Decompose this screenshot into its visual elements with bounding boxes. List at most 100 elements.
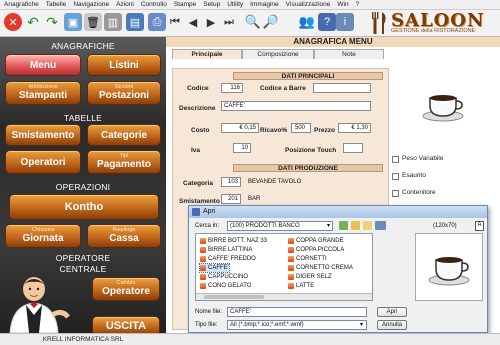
save-icon[interactable]: ▤ xyxy=(126,13,144,31)
file-item[interactable]: CAFFE' FREDDO xyxy=(200,255,256,263)
kontho-button-label: Kontho xyxy=(64,201,104,213)
menu-item-2[interactable]: Navigazione xyxy=(73,1,109,8)
menu-item-6[interactable]: Setup xyxy=(203,1,220,8)
posizione-touch-field[interactable] xyxy=(343,143,363,153)
tipo-file-select[interactable]: All (*.bmp;*.ico;*.emf;*.wmf) xyxy=(227,320,367,330)
nome-file-input[interactable]: CAFFE' xyxy=(227,307,367,317)
dialog-title: Apri xyxy=(189,206,487,218)
up-folder-icon[interactable] xyxy=(351,221,360,230)
menu-item-9[interactable]: Visualizzazione xyxy=(286,1,331,8)
exit-icon[interactable]: ✕ xyxy=(4,13,22,31)
categorie-button[interactable]: Categorie xyxy=(87,124,161,146)
iva-label: Iva xyxy=(191,147,201,154)
postazioni-button[interactable]: Sezioni Postazioni xyxy=(87,81,161,105)
tab-composizione[interactable]: Composizione xyxy=(242,49,314,59)
next-record-icon[interactable]: ▶ xyxy=(202,13,220,31)
previous-record-icon[interactable]: ◀ xyxy=(184,13,202,31)
last-record-icon[interactable]: ⏭ xyxy=(220,13,238,31)
preview-toggle-icon[interactable]: A xyxy=(475,221,484,231)
dati-principali-header: DATI PRINCIPALI xyxy=(233,72,383,80)
tab-principale[interactable]: Principale xyxy=(172,49,242,59)
smistamento-code-field[interactable]: 201 xyxy=(221,194,241,204)
undo-icon[interactable]: ↶ xyxy=(24,13,42,31)
cassa-button[interactable]: Riepilogo Cassa xyxy=(87,224,161,248)
file-item[interactable]: BIRRE LATTINA xyxy=(200,246,252,254)
ricavo-label: Ricavo% xyxy=(260,127,288,134)
print-icon[interactable]: ⎙ xyxy=(148,13,166,31)
giornata-button[interactable]: Chiusura Giornata xyxy=(5,224,81,248)
redo-icon[interactable]: ↷ xyxy=(43,13,61,31)
ricavo-field[interactable]: 500 xyxy=(291,123,311,133)
new-icon[interactable]: ▣ xyxy=(64,13,82,31)
menu-item-4[interactable]: Controllo xyxy=(141,1,167,8)
menu-item-7[interactable]: Utility xyxy=(227,1,243,8)
codice-field[interactable]: 116 xyxy=(221,83,243,93)
pagamento-button-label: Pagamento xyxy=(97,159,151,170)
prezzo-field[interactable]: € 1,30 xyxy=(338,123,371,133)
file-item[interactable]: CORNETTO CREMA xyxy=(288,264,353,272)
tipo-file-label: Tipo file: xyxy=(195,322,218,328)
file-item[interactable]: CORNETTI xyxy=(288,255,327,263)
menu-item-10[interactable]: Win xyxy=(337,1,348,8)
cassa-button-label: Cassa xyxy=(109,233,139,244)
costo-field[interactable]: € 0,15 xyxy=(221,123,259,133)
menu-item-0[interactable]: Anagrafiche xyxy=(4,1,39,8)
scrollbar-thumb[interactable] xyxy=(204,295,264,299)
contenitore-label: Contenitore xyxy=(402,189,436,196)
first-record-icon[interactable]: ⏮ xyxy=(166,13,184,31)
zoom-icon[interactable]: 🔎 xyxy=(262,13,280,31)
file-item[interactable]: COPPA GRANDE xyxy=(288,237,344,245)
file-item-selected[interactable]: CAFFE' xyxy=(199,263,230,273)
peso-variabile-checkbox[interactable] xyxy=(392,156,399,163)
iva-field[interactable]: 10 xyxy=(233,143,251,153)
help-icon[interactable]: ? xyxy=(318,13,336,31)
file-item[interactable]: COPPA PICCOLA xyxy=(288,246,344,254)
codice-barre-label: Codice a Barre xyxy=(260,85,306,92)
stampanti-button[interactable]: Attribuzione Stampanti xyxy=(5,81,81,105)
cerca-select[interactable]: (100) PRODOTTI BANCO xyxy=(227,221,333,231)
chevron-down-icon[interactable]: ▾ xyxy=(327,222,330,229)
menu-item-3[interactable]: Azioni xyxy=(116,1,134,8)
delete-icon[interactable]: 🗑 xyxy=(84,13,102,31)
users-icon[interactable]: 👥 xyxy=(298,13,316,31)
pagamento-button[interactable]: Tipi Pagamento xyxy=(87,150,161,174)
posizione-touch-label: Posizione Touch xyxy=(285,147,337,154)
coffee-cup-icon xyxy=(422,95,464,122)
menu-button[interactable]: Menu xyxy=(5,54,81,76)
horizontal-scrollbar[interactable] xyxy=(196,293,372,300)
menu-item-1[interactable]: Tabelle xyxy=(46,1,67,8)
annulla-button[interactable]: Annulla xyxy=(377,320,407,330)
info-icon[interactable]: i xyxy=(336,13,354,31)
categoria-code-field[interactable]: 103 xyxy=(221,177,241,187)
dati-produzione-header: DATI PRODUZIONE xyxy=(233,164,383,172)
contenitore-checkbox[interactable] xyxy=(392,190,399,197)
operatore-button[interactable]: Cambio Operatore xyxy=(92,277,160,301)
file-item[interactable]: LATTE xyxy=(288,282,314,290)
search-icon[interactable]: 🔍 xyxy=(244,13,262,31)
back-icon[interactable] xyxy=(339,221,348,230)
operatori-button[interactable]: Operatori xyxy=(5,150,81,174)
file-item[interactable]: CONO GELATO xyxy=(200,282,251,290)
apri-button[interactable]: Apri xyxy=(377,307,407,317)
menu-item-8[interactable]: Immagine xyxy=(250,1,279,8)
tab-note[interactable]: Note xyxy=(314,49,384,59)
kontho-button[interactable]: Kontho xyxy=(9,194,159,220)
left-panel: ANAGRAFICHE Menu Listini Attribuzione St… xyxy=(0,37,166,336)
archive-icon[interactable]: ▥ xyxy=(104,13,122,31)
new-folder-icon[interactable] xyxy=(363,221,372,230)
prezzo-label: Prezzo xyxy=(314,127,335,134)
product-image[interactable] xyxy=(392,68,494,136)
listini-button[interactable]: Listini xyxy=(87,54,161,76)
menu-item-5[interactable]: Stampe xyxy=(174,1,196,8)
file-item[interactable]: DIGER SELZ xyxy=(288,273,332,281)
file-item[interactable]: CAPPUCCINO xyxy=(200,273,248,281)
smistamento-button[interactable]: Smistamento xyxy=(5,124,81,146)
view-menu-icon[interactable] xyxy=(375,221,386,230)
esaurito-checkbox[interactable] xyxy=(392,173,399,180)
menu-item-11[interactable]: ? xyxy=(356,1,360,8)
codice-barre-field[interactable] xyxy=(313,83,371,93)
file-item[interactable]: BIRRE BOTT. NAZ 33 xyxy=(200,237,267,245)
descrizione-field[interactable]: CAFFE' xyxy=(221,101,371,111)
cerca-label: Cerca in: xyxy=(195,223,220,229)
tipo-chevron-down-icon[interactable]: ▾ xyxy=(360,321,363,328)
